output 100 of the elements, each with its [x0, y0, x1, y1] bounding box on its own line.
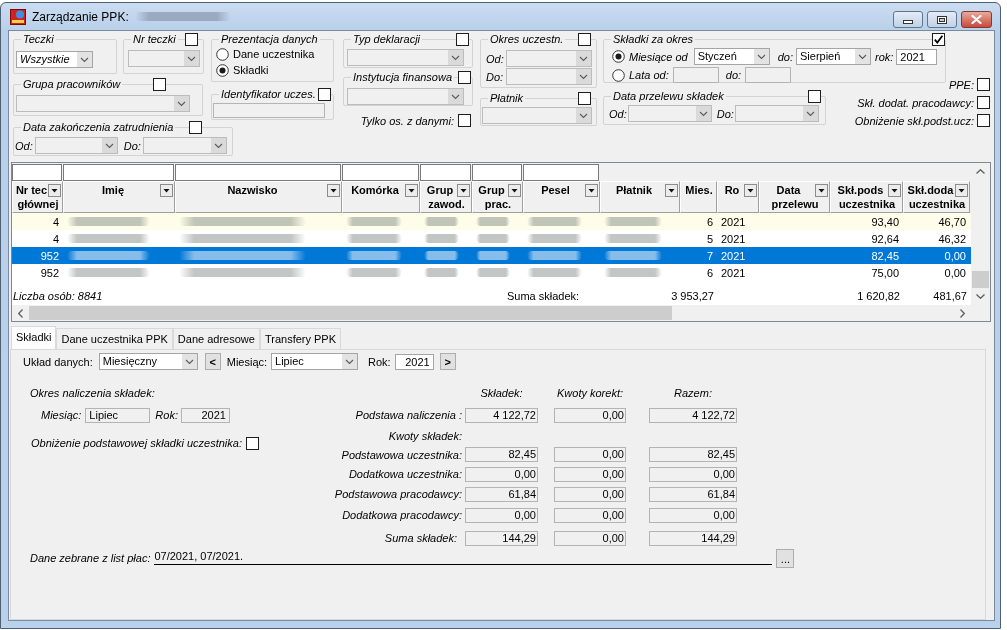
- checkbox[interactable]: [977, 114, 990, 127]
- text-field[interactable]: [672, 67, 719, 83]
- checkbox[interactable]: [185, 33, 198, 46]
- text-field[interactable]: [213, 103, 325, 118]
- checkbox[interactable]: [977, 78, 990, 91]
- next-button[interactable]: >: [439, 353, 456, 370]
- column-header[interactable]: Ro: [717, 181, 759, 213]
- column-header[interactable]: Skł.doda uczestnika: [903, 181, 970, 213]
- dropdown[interactable]: Miesięczny: [98, 353, 198, 370]
- chevron-left-icon[interactable]: [18, 308, 23, 318]
- column-header[interactable]: Data przelewu: [759, 181, 830, 213]
- horizontal-scrollbar[interactable]: [12, 305, 990, 321]
- checkbox[interactable]: [977, 96, 990, 109]
- close-button[interactable]: [961, 11, 992, 28]
- column-header[interactable]: Mies.: [680, 181, 717, 213]
- text-field[interactable]: [745, 67, 792, 83]
- chevron-up-icon[interactable]: [976, 169, 985, 174]
- filter-field[interactable]: [472, 164, 522, 181]
- filter-field[interactable]: [342, 164, 419, 181]
- table-row[interactable]: 952 6 2021 75,00 0,00: [12, 264, 971, 281]
- amount-field[interactable]: 0,00: [554, 507, 626, 523]
- amount-field[interactable]: 61,84: [649, 486, 737, 502]
- caret-down-icon[interactable]: [508, 184, 521, 197]
- caret-down-icon[interactable]: [585, 184, 598, 197]
- filter-field[interactable]: [63, 164, 174, 181]
- caret-down-icon[interactable]: [160, 184, 173, 197]
- tab[interactable]: Transfery PPK: [259, 328, 342, 349]
- dropdown[interactable]: Styczeń: [693, 48, 770, 65]
- amount-field[interactable]: 0,00: [554, 407, 626, 423]
- radio-option[interactable]: Dane uczestnika: [216, 46, 333, 62]
- radio-option[interactable]: Lata od:: [612, 67, 669, 83]
- text-field[interactable]: Lipiec: [85, 407, 151, 423]
- amount-field[interactable]: 0,00: [465, 466, 538, 482]
- amount-field[interactable]: 0,00: [465, 507, 538, 523]
- scrollbar-thumb[interactable]: [972, 271, 989, 288]
- dropdown[interactable]: Wszystkie: [16, 51, 93, 68]
- table-row[interactable]: 952 7 2021 82,45 0,00: [12, 247, 971, 264]
- chevron-right-icon[interactable]: [960, 308, 965, 318]
- checkbox[interactable]: [458, 71, 471, 84]
- caret-down-icon[interactable]: [888, 184, 901, 197]
- column-header[interactable]: Imię: [63, 181, 175, 213]
- amount-field[interactable]: 0,00: [649, 466, 737, 482]
- amount-field[interactable]: 0,00: [554, 486, 626, 502]
- column-header[interactable]: Skł.pods uczestnika: [830, 181, 903, 213]
- checkbox[interactable]: [932, 33, 945, 46]
- column-header[interactable]: Pesel: [523, 181, 600, 213]
- scrollbar-thumb[interactable]: [29, 306, 672, 320]
- checkbox[interactable]: [578, 33, 591, 46]
- caret-down-icon[interactable]: [815, 184, 828, 197]
- vertical-scrollbar[interactable]: [971, 163, 990, 305]
- amount-field[interactable]: 4 122,72: [465, 407, 538, 423]
- checkbox[interactable]: [578, 92, 591, 105]
- checkbox[interactable]: [245, 436, 259, 450]
- radio-option[interactable]: Miesiące od: [612, 48, 688, 65]
- amount-field[interactable]: 0,00: [554, 530, 626, 546]
- amount-field[interactable]: 144,29: [649, 530, 737, 546]
- amount-field[interactable]: 144,29: [465, 530, 538, 546]
- checkbox[interactable]: [458, 114, 471, 127]
- amount-field[interactable]: 4 122,72: [649, 407, 737, 423]
- column-header[interactable]: Płatnik: [600, 181, 680, 213]
- caret-down-icon[interactable]: [405, 184, 418, 197]
- checkbox[interactable]: [189, 121, 202, 134]
- filter-field[interactable]: [523, 164, 599, 181]
- amount-field[interactable]: 82,45: [465, 447, 538, 462]
- chevron-down-icon[interactable]: [976, 294, 985, 299]
- text-field[interactable]: 2021: [896, 48, 938, 65]
- maximize-button[interactable]: [927, 11, 957, 28]
- filter-field[interactable]: [420, 164, 471, 181]
- table-row[interactable]: 4 6 2021 93,40 46,70: [12, 213, 971, 230]
- checkbox[interactable]: [153, 78, 166, 91]
- tab[interactable]: Dane uczestnika PPK: [56, 328, 173, 349]
- text-field[interactable]: 2021: [180, 407, 230, 423]
- table-row[interactable]: 4 5 2021 92,64 46,32: [12, 230, 971, 247]
- caret-down-icon[interactable]: [48, 184, 61, 197]
- filter-field[interactable]: [175, 164, 341, 181]
- previous-button[interactable]: <: [204, 353, 221, 370]
- column-header[interactable]: Grup zawod.: [420, 181, 472, 213]
- caret-down-icon[interactable]: [744, 184, 757, 197]
- filter-field[interactable]: [12, 164, 62, 181]
- text-field[interactable]: 2021: [394, 353, 434, 370]
- minimize-button[interactable]: [893, 11, 923, 28]
- checkbox[interactable]: [318, 88, 331, 101]
- tab[interactable]: Składki: [11, 326, 57, 349]
- dropdown[interactable]: Lipiec: [271, 353, 359, 370]
- amount-field[interactable]: 0,00: [649, 507, 737, 523]
- caret-down-icon[interactable]: [665, 184, 678, 197]
- dropdown[interactable]: Sierpień: [796, 48, 871, 65]
- column-header[interactable]: Nazwisko: [175, 181, 342, 213]
- caret-down-icon[interactable]: [327, 184, 340, 197]
- amount-field[interactable]: 0,00: [554, 466, 626, 482]
- checkbox[interactable]: [808, 90, 821, 103]
- amount-field[interactable]: 82,45: [649, 447, 737, 462]
- amount-field[interactable]: 0,00: [554, 447, 626, 462]
- amount-field[interactable]: 61,84: [465, 486, 538, 502]
- column-header[interactable]: Nr tec głównej: [12, 181, 63, 213]
- column-header[interactable]: Komórka: [342, 181, 420, 213]
- caret-down-icon[interactable]: [955, 184, 968, 197]
- checkbox[interactable]: [456, 33, 469, 46]
- column-header[interactable]: Grup prac.: [472, 181, 523, 213]
- tab[interactable]: Dane adresowe: [172, 328, 260, 349]
